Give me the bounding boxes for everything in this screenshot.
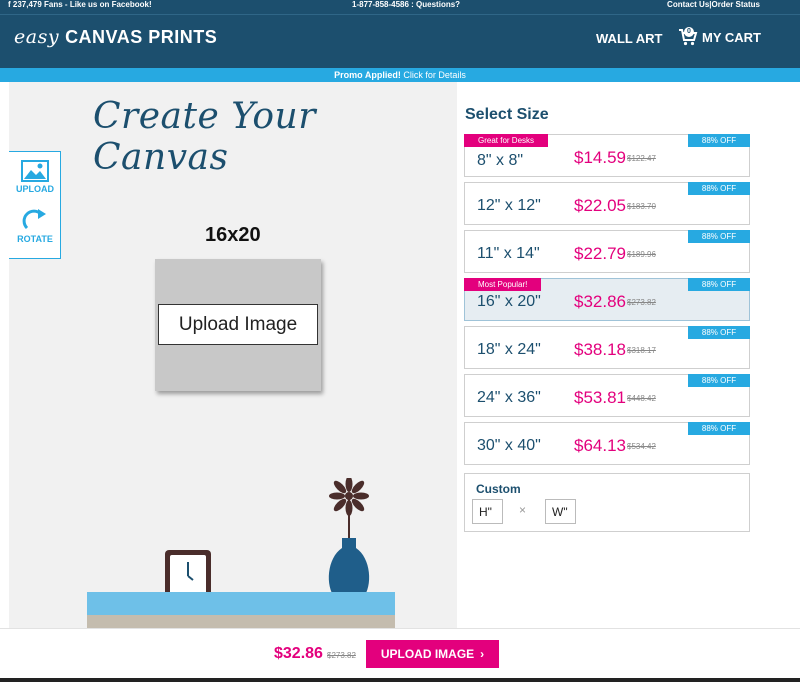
promo-details-link[interactable]: Click for Details xyxy=(401,70,466,80)
size-option-11x14[interactable]: 88% OFF 11" x 14" $22.79 $189.96 xyxy=(464,230,750,273)
page-title: Create Your Canvas xyxy=(93,96,316,178)
rotate-tool-label: ROTATE xyxy=(17,234,53,244)
logo-script: easy xyxy=(14,26,60,48)
multiply-icon: × xyxy=(519,503,527,517)
size-dimensions: 16" x 20" xyxy=(477,293,541,310)
custom-width-input[interactable]: W" xyxy=(545,499,576,524)
shelf-top xyxy=(87,592,395,616)
checkout-bar: $32.86 $273.82 UPLOAD IMAGE › xyxy=(0,628,800,682)
bottom-strip xyxy=(0,678,800,682)
facebook-fans-text: 237,479 Fans - Like us on Facebook! xyxy=(12,0,152,9)
upload-tool-button[interactable]: UPLOAD xyxy=(9,160,61,194)
size-dimensions: 24" x 36" xyxy=(477,389,541,406)
upload-image-cta-label: UPLOAD IMAGE xyxy=(380,647,475,661)
size-original-price: $189.96 xyxy=(627,250,656,259)
flower-vase-icon xyxy=(328,478,370,598)
upload-image-cta-button[interactable]: UPLOAD IMAGE › xyxy=(366,640,499,668)
select-size-heading: Select Size xyxy=(465,106,549,123)
size-price: $14.59 xyxy=(574,148,626,167)
size-option-8x8[interactable]: Great for Desks 88% OFF 8" x 8" $14.59 $… xyxy=(464,134,750,177)
rotate-tool-button[interactable]: ROTATE xyxy=(9,208,61,244)
size-price: $32.86 xyxy=(574,292,626,311)
custom-size-panel: Custom H" × W" xyxy=(464,473,750,532)
facebook-fans-link[interactable]: f 237,479 Fans - Like us on Facebook! xyxy=(8,0,152,9)
canvas-size-label: 16x20 xyxy=(205,224,261,246)
site-logo[interactable]: easy CANVAS PRINTS xyxy=(14,26,217,48)
site-header: easy CANVAS PRINTS WALL ART 0 MY CART xyxy=(0,14,800,68)
size-price: $22.79 xyxy=(574,244,626,263)
custom-size-title: Custom xyxy=(476,482,521,496)
selected-price: $32.86 xyxy=(274,645,323,662)
size-original-price: $318.17 xyxy=(627,346,656,355)
logo-text: CANVAS PRINTS xyxy=(65,27,218,47)
image-upload-icon xyxy=(9,160,61,182)
discount-badge: 88% OFF xyxy=(688,182,750,195)
custom-height-input[interactable]: H" xyxy=(472,499,503,524)
cart-icon: 0 xyxy=(678,27,698,47)
shelf-front xyxy=(87,615,395,628)
size-option-24x36[interactable]: 88% OFF 24" x 36" $53.81 $448.42 xyxy=(464,374,750,417)
size-dimensions: 11" x 14" xyxy=(477,245,540,262)
size-original-price: $534.42 xyxy=(627,442,656,451)
size-original-price: $273.82 xyxy=(627,298,656,307)
size-original-price: $122.47 xyxy=(627,154,656,163)
promo-bar[interactable]: Promo Applied! Click for Details xyxy=(0,68,800,82)
my-cart-link[interactable]: 0 MY CART xyxy=(678,27,761,47)
size-option-12x12[interactable]: 88% OFF 12" x 12" $22.05 $183.70 xyxy=(464,182,750,225)
discount-badge: 88% OFF xyxy=(688,230,750,243)
discount-badge: 88% OFF xyxy=(688,374,750,387)
editor-toolbar: UPLOAD ROTATE xyxy=(9,151,61,259)
size-original-price: $183.70 xyxy=(627,202,656,211)
canvas-editor: Create Your Canvas UPLOAD ROTATE 16x20 U… xyxy=(9,82,457,628)
phone-questions[interactable]: 1-877-858-4586 : Questions? xyxy=(352,0,460,9)
size-dimensions: 8" x 8" xyxy=(477,152,524,169)
contact-us-link[interactable]: Contact Us xyxy=(667,0,709,9)
discount-badge: 88% OFF xyxy=(688,422,750,435)
size-price: $64.13 xyxy=(574,436,626,455)
my-cart-label: MY CART xyxy=(702,29,761,45)
great-for-desks-tag: Great for Desks xyxy=(464,134,549,147)
upload-image-button[interactable]: Upload Image xyxy=(158,304,318,345)
size-price: $53.81 xyxy=(574,388,626,407)
discount-badge: 88% OFF xyxy=(688,134,750,147)
size-price: $22.05 xyxy=(574,196,626,215)
size-price: $38.18 xyxy=(574,340,626,359)
promo-applied-text: Promo Applied! xyxy=(334,70,401,80)
size-option-30x40[interactable]: 88% OFF 30" x 40" $64.13 $534.42 xyxy=(464,422,750,465)
top-bar: f 237,479 Fans - Like us on Facebook! 1-… xyxy=(0,0,800,14)
chevron-right-icon: › xyxy=(480,647,485,661)
cart-count-badge: 0 xyxy=(684,27,694,37)
size-option-18x24[interactable]: 88% OFF 18" x 24" $38.18 $318.17 xyxy=(464,326,750,369)
discount-badge: 88% OFF xyxy=(688,278,750,291)
wall-art-link[interactable]: WALL ART xyxy=(596,31,662,46)
order-status-link[interactable]: Order Status xyxy=(712,0,760,9)
top-links: Contact Us | Order Status xyxy=(667,0,760,9)
decor-scene xyxy=(165,478,370,606)
most-popular-tag: Most Popular! xyxy=(464,278,542,291)
size-dimensions: 12" x 12" xyxy=(477,197,541,214)
canvas-preview[interactable]: Upload Image xyxy=(155,259,321,391)
size-original-price: $448.42 xyxy=(627,394,656,403)
selected-original-price: $273.82 xyxy=(327,651,356,660)
size-dimensions: 30" x 40" xyxy=(477,437,541,454)
size-option-16x20[interactable]: Most Popular! 88% OFF 16" x 20" $32.86 $… xyxy=(464,278,750,321)
discount-badge: 88% OFF xyxy=(688,326,750,339)
size-dimensions: 18" x 24" xyxy=(477,341,541,358)
rotate-icon xyxy=(9,208,61,232)
upload-tool-label: UPLOAD xyxy=(16,184,54,194)
